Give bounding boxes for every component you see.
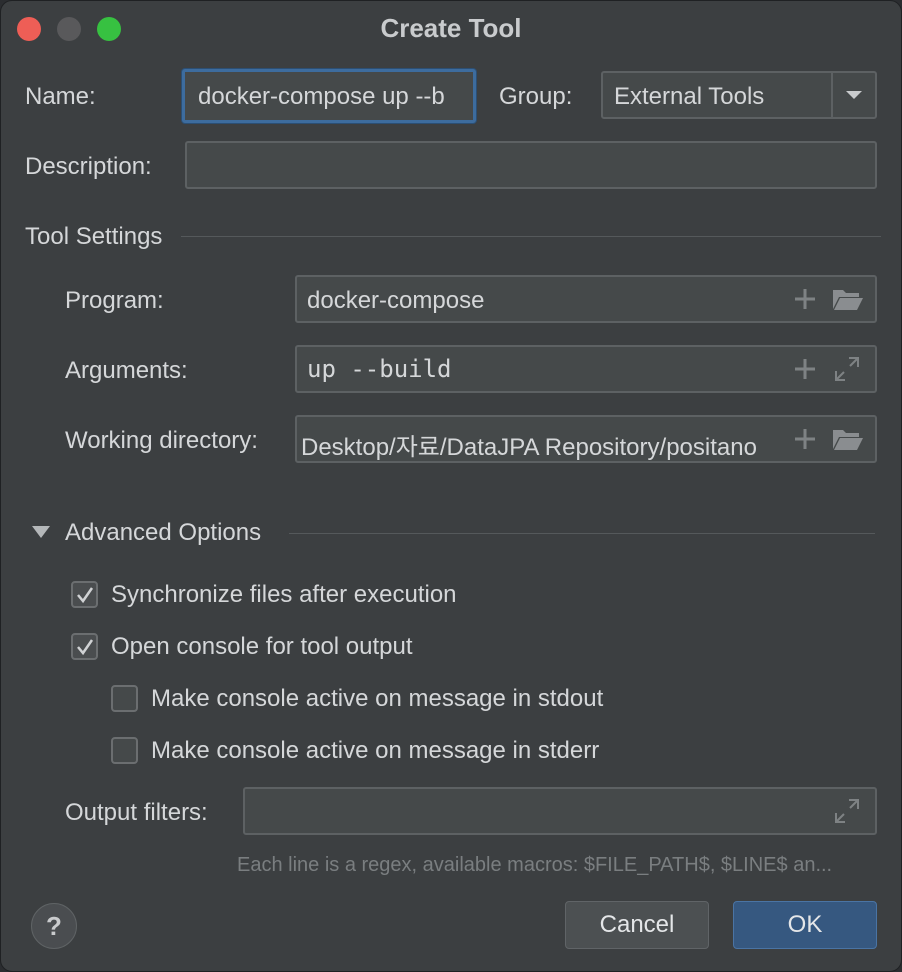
working-directory-value: Desktop/자료/DataJPA Repository/positano (301, 434, 757, 461)
program-input-value: docker-compose (307, 287, 485, 314)
advanced-options-heading[interactable]: Advanced Options (65, 519, 261, 547)
group-select-value: External Tools (614, 83, 765, 110)
sync-files-checkbox[interactable] (71, 581, 98, 608)
folder-open-icon[interactable] (831, 277, 865, 321)
open-console-checkbox[interactable] (71, 633, 98, 660)
advanced-options-separator (289, 533, 875, 534)
triangle-down-icon[interactable] (31, 525, 51, 544)
description-label: Description: (25, 153, 152, 180)
add-icon[interactable] (791, 347, 819, 391)
title-bar: Create Tool (1, 1, 901, 57)
group-select[interactable]: External Tools (601, 71, 877, 119)
check-icon (77, 587, 94, 604)
console-active-stderr-label[interactable]: Make console active on message in stderr (151, 737, 599, 765)
arguments-label: Arguments: (65, 357, 188, 384)
output-filters-label: Output filters: (65, 799, 208, 826)
dialog-title: Create Tool (380, 13, 522, 43)
program-label: Program: (65, 287, 164, 314)
description-input[interactable] (185, 141, 877, 189)
console-active-stdout-label[interactable]: Make console active on message in stdout (151, 685, 603, 713)
open-console-label[interactable]: Open console for tool output (111, 633, 413, 661)
ok-button[interactable]: OK (733, 901, 877, 949)
working-directory-label: Working directory: (65, 427, 258, 454)
chevron-down-icon[interactable] (831, 73, 875, 117)
output-filters-hint: Each line is a regex, available macros: … (237, 854, 833, 876)
tool-settings-separator (181, 236, 881, 237)
cancel-button[interactable]: Cancel (565, 901, 709, 949)
console-active-stderr-checkbox[interactable] (111, 737, 138, 764)
add-icon[interactable] (791, 277, 819, 321)
arguments-input[interactable]: up --build (295, 345, 877, 393)
folder-open-icon[interactable] (831, 417, 865, 461)
console-active-stdout-checkbox[interactable] (111, 685, 138, 712)
name-input[interactable]: docker-compose up --b (182, 69, 476, 123)
expand-icon[interactable] (833, 347, 861, 391)
name-label: Name: (25, 83, 96, 110)
group-label: Group: (499, 83, 573, 110)
help-button[interactable]: ? (31, 903, 77, 949)
output-filters-input[interactable] (243, 787, 877, 835)
add-icon[interactable] (791, 417, 819, 461)
expand-icon[interactable] (833, 789, 861, 833)
name-input-value: docker-compose up --b (198, 83, 445, 110)
check-icon (77, 639, 94, 656)
working-directory-viewport: Desktop/자료/DataJPA Repository/positano (301, 427, 785, 461)
sync-files-label[interactable]: Synchronize files after execution (111, 581, 457, 609)
tool-settings-heading: Tool Settings (25, 223, 163, 250)
working-directory-input[interactable]: Desktop/자료/DataJPA Repository/positano (295, 415, 877, 463)
program-input[interactable]: docker-compose (295, 275, 877, 323)
create-tool-dialog: Create Tool Name: docker-compose up --b … (0, 0, 902, 972)
arguments-input-value: up --build (307, 355, 452, 383)
